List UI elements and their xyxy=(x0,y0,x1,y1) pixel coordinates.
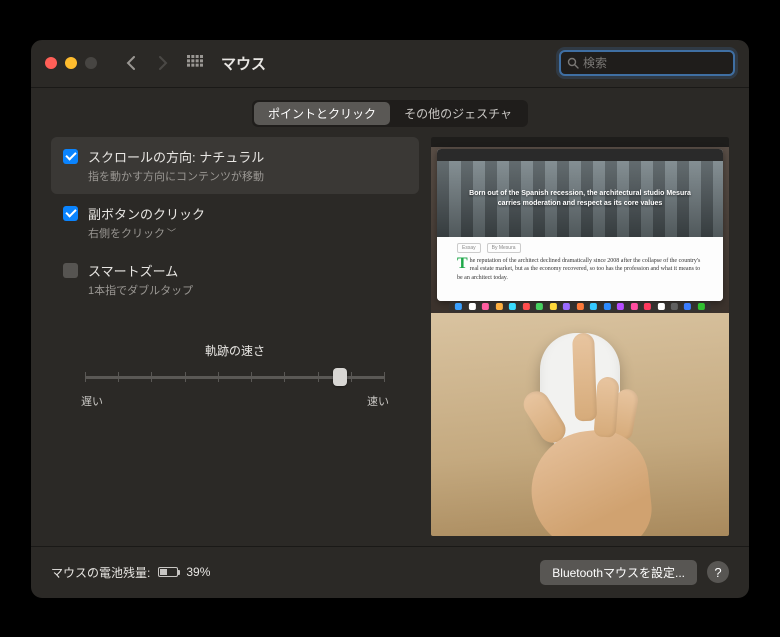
window-title: マウス xyxy=(221,53,266,74)
slider-min-label: 遅い xyxy=(81,393,103,409)
forward-button xyxy=(151,51,175,75)
search-input[interactable] xyxy=(583,56,727,70)
close-button[interactable] xyxy=(45,57,57,69)
search-field[interactable] xyxy=(559,50,735,76)
tab-more-gestures[interactable]: その他のジェスチャ xyxy=(390,102,526,125)
option-list: スクロールの方向: ナチュラル 指を動かす方向にコンテンツが移動 副ボタンのクリ… xyxy=(51,137,419,308)
zoom-button xyxy=(85,57,97,69)
option-title: スマートズーム xyxy=(88,261,193,280)
option-subtitle: 1本指でダブルタップ xyxy=(88,282,193,298)
option-scroll-direction[interactable]: スクロールの方向: ナチュラル 指を動かす方向にコンテンツが移動 xyxy=(51,137,419,194)
options-pane: スクロールの方向: ナチュラル 指を動かす方向にコンテンツが移動 副ボタンのクリ… xyxy=(51,137,419,536)
help-button[interactable]: ? xyxy=(707,561,729,583)
slider-knob[interactable] xyxy=(333,368,347,386)
option-secondary-click[interactable]: 副ボタンのクリック 右側をクリック ﹀ xyxy=(51,194,419,251)
tracking-speed-block: 軌跡の速さ 遅い 速い xyxy=(51,342,419,409)
checkbox-secondary-click[interactable] xyxy=(63,206,78,221)
preview-article-text: he reputation of the architect declined … xyxy=(457,258,700,281)
option-smart-zoom[interactable]: スマートズーム 1本指でダブルタップ xyxy=(51,251,419,308)
window-controls xyxy=(45,57,97,69)
preview-screen: Born out of the Spanish recession, the a… xyxy=(431,137,729,313)
content-area: スクロールの方向: ナチュラル 指を動かす方向にコンテンツが移動 副ボタンのクリ… xyxy=(31,137,749,546)
show-all-icon[interactable] xyxy=(187,55,203,71)
tab-point-and-click[interactable]: ポイントとクリック xyxy=(254,102,390,125)
preview-dock xyxy=(449,302,711,312)
chevron-down-icon: ﹀ xyxy=(167,226,176,239)
option-title: 副ボタンのクリック xyxy=(88,204,205,223)
tab-bar: ポイントとクリック その他のジェスチャ xyxy=(31,88,749,137)
bluetooth-setup-button[interactable]: Bluetoothマウスを設定... xyxy=(540,560,697,585)
battery-percentage: 39% xyxy=(186,565,210,579)
checkbox-smart-zoom[interactable] xyxy=(63,263,78,278)
option-title: スクロールの方向: ナチュラル xyxy=(88,147,264,166)
tracking-speed-slider[interactable] xyxy=(85,367,385,387)
system-preferences-window: マウス ポイントとクリック その他のジェスチャ スクロールの方向: ナチュラル … xyxy=(30,39,750,599)
back-button[interactable] xyxy=(119,51,143,75)
gesture-preview: Born out of the Spanish recession, the a… xyxy=(431,137,729,536)
search-icon xyxy=(567,57,579,69)
option-subtitle-dropdown[interactable]: 右側をクリック ﹀ xyxy=(88,225,205,241)
battery-label: マウスの電池残量: xyxy=(51,564,150,581)
battery-icon xyxy=(158,567,180,577)
slider-label: 軌跡の速さ xyxy=(81,342,389,359)
preview-browser: Born out of the Spanish recession, the a… xyxy=(437,149,723,301)
slider-max-label: 速い xyxy=(367,393,389,409)
footer: マウスの電池残量: 39% Bluetoothマウスを設定... ? xyxy=(31,546,749,598)
option-subtitle: 指を動かす方向にコンテンツが移動 xyxy=(88,168,264,184)
segmented-control: ポイントとクリック その他のジェスチャ xyxy=(252,100,528,127)
titlebar: マウス xyxy=(31,40,749,88)
checkbox-scroll-direction[interactable] xyxy=(63,149,78,164)
minimize-button[interactable] xyxy=(65,57,77,69)
preview-hand xyxy=(431,313,729,536)
preview-hero-text: Born out of the Spanish recession, the a… xyxy=(467,189,693,207)
